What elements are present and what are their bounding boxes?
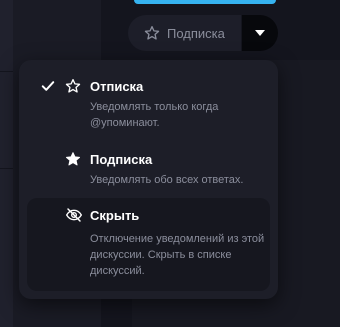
subscription-dropdown-toggle[interactable] [242, 15, 278, 51]
divider [0, 168, 13, 169]
star-filled-icon [65, 151, 81, 167]
eye-slash-icon [65, 207, 82, 223]
subscription-button[interactable]: Подписка [128, 15, 241, 51]
subscription-button-label: Подписка [167, 25, 225, 41]
menu-item-unfollow[interactable]: Отписка Уведомлять только когда @упомина… [27, 72, 270, 142]
menu-item-follow[interactable]: Подписка Уведомлять обо всех ответах. [27, 146, 270, 196]
background-sidebar [0, 0, 13, 327]
caret-down-icon [255, 30, 265, 36]
accent-button-edge[interactable] [134, 0, 276, 4]
menu-item-hide[interactable]: Скрыть Отключение уведомлений из этой ди… [27, 198, 270, 291]
checkmark-icon [41, 79, 55, 93]
menu-item-title: Отписка [90, 79, 144, 94]
menu-item-title: Скрыть [90, 208, 140, 223]
menu-item-title: Подписка [90, 152, 153, 167]
divider [0, 71, 13, 72]
star-outline-icon [144, 25, 160, 41]
subscription-menu: Отписка Уведомлять только когда @упомина… [19, 60, 278, 299]
menu-item-description: Уведомлять обо всех ответах. [90, 174, 244, 186]
menu-item-description: Отключение уведомлений из этой дискуссии… [90, 233, 265, 277]
menu-item-description: Уведомлять только когда @упоминают. [90, 101, 219, 129]
star-outline-icon [65, 78, 81, 94]
